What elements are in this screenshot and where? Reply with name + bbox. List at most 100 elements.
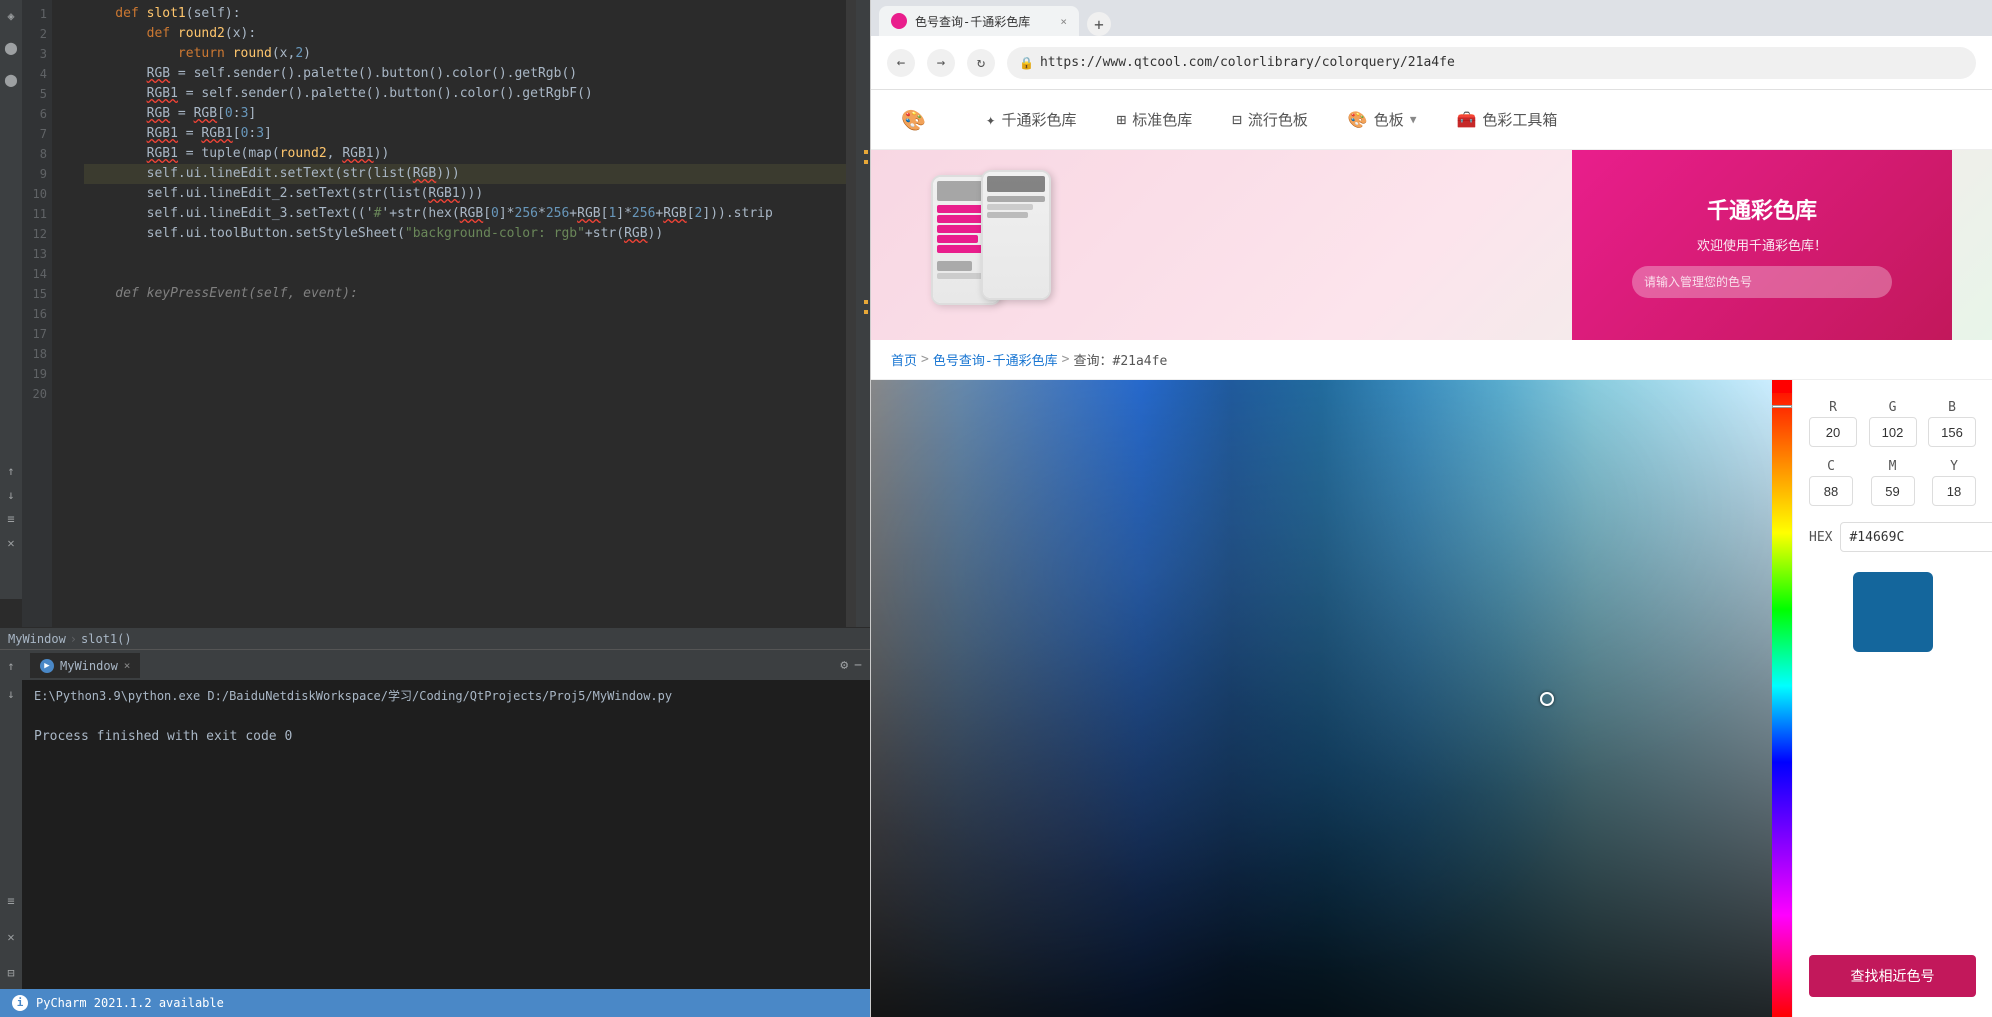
- refresh-button[interactable]: ↻: [967, 49, 995, 77]
- nav-item-popular[interactable]: ⊟ 流行色板: [1232, 109, 1308, 130]
- browser-tab-bar: 色号查询-千通彩色库 × +: [871, 0, 1992, 36]
- g-input[interactable]: [1869, 417, 1917, 447]
- code-breadcrumb: MyWindow › slot1(): [0, 627, 870, 649]
- y-input[interactable]: [1932, 476, 1976, 506]
- sidebar-icon-up[interactable]: ↑: [3, 463, 19, 479]
- terminal-tab[interactable]: ▶ MyWindow ×: [30, 652, 140, 678]
- p2-stripe-3: [987, 212, 1028, 218]
- terminal-output-text: Process finished with exit code 0: [34, 729, 292, 744]
- address-bar[interactable]: 🔒 https://www.qtcool.com/colorlibrary/co…: [1007, 47, 1976, 79]
- breadcrumb-colorquery[interactable]: 色号查询-千通彩色库: [933, 350, 1058, 369]
- palette-icon: 🎨: [1348, 110, 1368, 129]
- code-line-12: self.ui.toolButton.setStyleSheet("backgr…: [84, 224, 856, 244]
- code-content: def slot1(self): def round2(x): return r…: [74, 0, 856, 308]
- term-sidebar-icon-3[interactable]: ≡: [3, 893, 19, 909]
- sidebar-icon-x[interactable]: ✕: [3, 535, 19, 551]
- hue-slider[interactable]: [1772, 380, 1792, 1017]
- scrollbar[interactable]: [856, 0, 870, 627]
- ide-sidebar: ◈ ⬤ ⬤ ↑ ↓ ≡ ✕: [0, 0, 22, 599]
- sidebar-icon-down[interactable]: ↓: [3, 487, 19, 503]
- hex-input[interactable]: [1840, 522, 1992, 552]
- nav-item-tools[interactable]: 🧰 色彩工具箱: [1456, 109, 1557, 130]
- terminal-run-command: E:\Python3.9\python.exe D:/BaiduNetdiskW…: [34, 689, 672, 703]
- breadcrumb-sep-2: >: [1062, 352, 1070, 367]
- code-editor-area: ◈ ⬤ ⬤ ↑ ↓ ≡ ✕ 1 2 3 4 5 6 7 8 9: [0, 0, 870, 627]
- tab-close-btn[interactable]: ×: [1060, 15, 1067, 28]
- y-col: Y: [1932, 459, 1976, 506]
- terminal-section: ↑ ↓ ≡ ✕ ⊟ ▶ MyWindow × ⚙ −: [0, 649, 870, 989]
- sidebar-icon-1[interactable]: ◈: [3, 8, 19, 24]
- sidebar-icon-2[interactable]: ⬤: [3, 40, 19, 56]
- site-breadcrumb: 首页 > 色号查询-千通彩色库 > 查询：#21a4fe: [871, 340, 1992, 380]
- b-input[interactable]: [1928, 417, 1976, 447]
- stripe-text-2: [937, 273, 983, 279]
- breadcrumb-sep: ›: [70, 632, 77, 646]
- stripe-2: [937, 215, 983, 223]
- nav-item-palette[interactable]: 🎨 色板 ▼: [1348, 109, 1417, 130]
- terminal-empty: [34, 707, 858, 727]
- nav-item-5-label: 色彩工具箱: [1482, 109, 1557, 130]
- find-similar-button[interactable]: 查找相近色号: [1809, 955, 1976, 997]
- r-label: R: [1829, 400, 1837, 415]
- tab-title: 色号查询-千通彩色库: [915, 13, 1030, 30]
- m-input[interactable]: [1871, 476, 1915, 506]
- breadcrumb-current: 查询：#21a4fe: [1074, 350, 1168, 369]
- forward-button[interactable]: →: [927, 49, 955, 77]
- p2-stripe-1: [987, 196, 1045, 202]
- stripe-text: [937, 261, 972, 271]
- nav-item-3-label: 流行色板: [1248, 109, 1308, 130]
- terminal-minimize-icon[interactable]: −: [854, 658, 862, 673]
- terminal-command: E:\Python3.9\python.exe D:/BaiduNetdiskW…: [34, 686, 858, 707]
- color-gradient-base: [871, 380, 1772, 1017]
- pycharm-notification: i PyCharm 2021.1.2 available: [0, 989, 870, 1017]
- logo-icon: 🎨: [901, 108, 926, 132]
- hex-row: HEX: [1809, 522, 1976, 552]
- code-line-1: def slot1(self):: [84, 4, 856, 24]
- m-label: M: [1889, 459, 1897, 474]
- terminal-tab-label: MyWindow: [60, 659, 118, 673]
- b-label: B: [1948, 400, 1956, 415]
- terminal-content: E:\Python3.9\python.exe D:/BaiduNetdiskW…: [22, 680, 870, 989]
- pink-banner: 千通彩色库 欢迎使用千通彩色库！ 请输入管理您的色号: [1572, 150, 1952, 340]
- code-line-5: RGB1 = self.sender().palette().button().…: [84, 84, 856, 104]
- code-line-blank: [84, 244, 856, 264]
- breadcrumb-home[interactable]: 首页: [891, 350, 917, 369]
- code-line-9: self.ui.lineEdit.setText(str(list(RGB))): [84, 164, 856, 184]
- site-logo: 🎨: [901, 108, 926, 132]
- phone-2: [981, 170, 1051, 300]
- r-input[interactable]: [1809, 417, 1857, 447]
- new-tab-btn[interactable]: +: [1087, 12, 1111, 36]
- terminal-tab-close[interactable]: ×: [124, 659, 131, 672]
- browser-tab[interactable]: 色号查询-千通彩色库 ×: [879, 6, 1079, 36]
- hero-section: 千通彩色库 欢迎使用千通彩色库！ 请输入管理您的色号: [871, 150, 1992, 340]
- pink-search-placeholder: 请输入管理您的色号: [1644, 273, 1752, 290]
- nav-item-standard[interactable]: ⊞ 标准色库: [1117, 109, 1193, 130]
- sidebar-icon-3[interactable]: ⬤: [3, 72, 19, 88]
- color-canvas-area[interactable]: [871, 380, 1772, 1017]
- code-line-3: return round(x,2): [84, 44, 856, 64]
- pink-search-bar[interactable]: 请输入管理您的色号: [1632, 266, 1892, 298]
- cmy-section: C M Y: [1809, 459, 1976, 506]
- b-col: B: [1928, 400, 1976, 447]
- nav-item-qiantong[interactable]: ✦ 千通彩色库: [986, 109, 1077, 130]
- find-similar-label: 查找相近色号: [1851, 968, 1935, 984]
- terminal-gear-icon[interactable]: ⚙: [840, 658, 848, 673]
- back-button[interactable]: ←: [887, 49, 915, 77]
- terminal-main: ▶ MyWindow × ⚙ − E:\Python3.9\python.exe…: [22, 650, 870, 989]
- c-input[interactable]: [1809, 476, 1853, 506]
- breadcrumb-class: MyWindow: [8, 632, 66, 646]
- ide-panel: ◈ ⬤ ⬤ ↑ ↓ ≡ ✕ 1 2 3 4 5 6 7 8 9: [0, 0, 870, 1017]
- term-sidebar-icon-2[interactable]: ↓: [3, 686, 19, 702]
- sidebar-icon-list[interactable]: ≡: [3, 511, 19, 527]
- term-sidebar-icon-4[interactable]: ✕: [3, 929, 19, 945]
- term-sidebar-icon-5[interactable]: ⊟: [3, 965, 19, 981]
- tab-favicon: [891, 13, 907, 29]
- hue-thumb[interactable]: [1772, 405, 1792, 408]
- code-line-2: def round2(x):: [84, 24, 856, 44]
- lock-icon: 🔒: [1019, 56, 1034, 70]
- address-text: https://www.qtcool.com/colorlibrary/colo…: [1040, 55, 1455, 70]
- code-line-7: RGB1 = RGB1[0:3]: [84, 124, 856, 144]
- qiantong-icon: ✦: [986, 110, 996, 129]
- color-indicator-dot[interactable]: [1540, 692, 1554, 706]
- term-sidebar-icon-1[interactable]: ↑: [3, 658, 19, 674]
